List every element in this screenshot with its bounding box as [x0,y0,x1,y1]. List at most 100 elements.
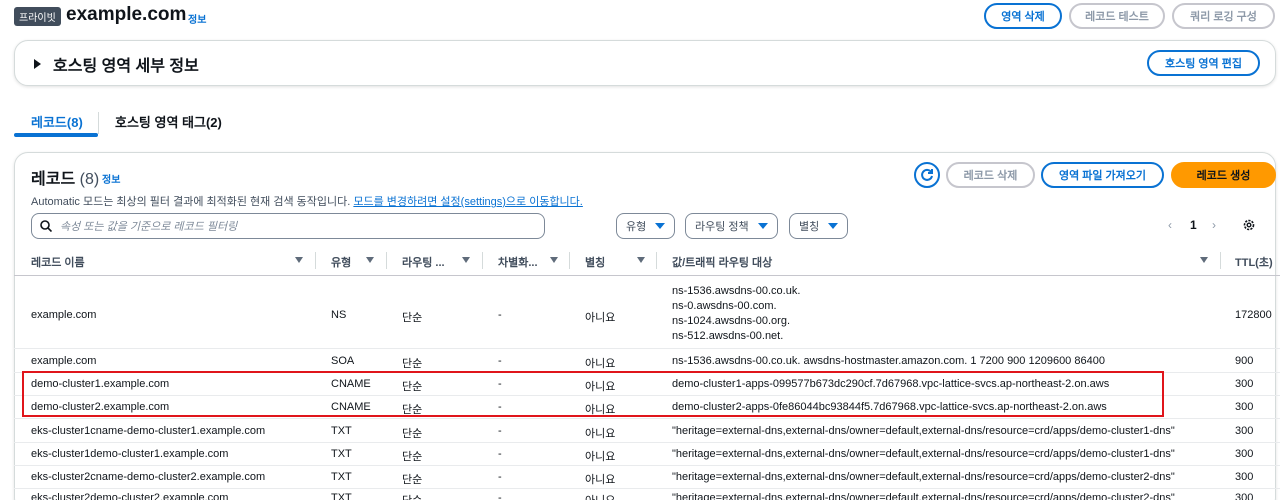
sort-icon[interactable] [637,257,645,263]
zone-details-panel [14,40,1276,86]
tab-divider [98,112,99,134]
query-logging-button[interactable]: 쿼리 로깅 구성 [1172,3,1275,29]
routing-policy-filter[interactable]: 라우팅 정책 [685,213,778,239]
record-routing: 단순 [402,474,423,486]
create-record-button[interactable]: 레코드 생성 [1171,162,1276,188]
record-alias: 아니요 [585,428,616,440]
record-type: SOA [331,355,355,367]
record-differentiator: - [498,425,502,437]
record-value-line: ns-1536.awsdns-00.co.uk. [672,285,801,297]
column-divider[interactable] [1220,252,1221,269]
record-value-line: ns-1024.awsdns-00.org. [672,315,791,327]
refresh-icon [921,168,933,181]
test-record-button[interactable]: 레코드 테스트 [1069,3,1165,29]
record-name[interactable]: eks-cluster2cname-demo-cluster2.example.… [31,471,265,483]
record-name[interactable]: example.com [31,355,96,367]
routing-filter-label: 라우팅 정책 [695,221,749,233]
record-ttl: 300 [1235,471,1254,483]
tab-zone-tags[interactable]: 호스팅 영역 태그(2) [115,112,222,131]
caret-right-icon [34,59,41,69]
record-type: NS [331,309,347,321]
next-page-icon[interactable]: › [1212,218,1216,232]
refresh-button[interactable] [914,162,940,188]
row-divider [14,488,1280,489]
record-differentiator: - [498,309,502,321]
records-heading: 레코드 (8) [31,165,99,189]
prev-page-icon[interactable]: ‹ [1168,218,1172,232]
records-count: (8) [79,171,100,188]
settings-link[interactable]: 모드를 변경하려면 설정(settings)으로 이동합니다. [353,196,583,208]
gear-icon[interactable] [1242,218,1256,232]
record-alias: 아니요 [585,451,616,463]
record-routing: 단순 [402,358,423,370]
type-filter-label: 유형 [626,221,647,233]
record-alias: 아니요 [585,312,616,324]
record-value: "heritage=external-dns,external-dns/owne… [672,425,1175,437]
record-value: ns-1536.awsdns-00.co.uk. ns-0.awsdns-00.… [672,284,800,344]
record-value: "heritage=external-dns,external-dns/owne… [672,471,1175,483]
record-type: TXT [331,448,352,460]
description-text: Automatic 모드는 최상의 필터 결과에 최적화된 현재 검색 동작입니… [31,196,351,208]
record-ttl: 300 [1235,492,1254,500]
column-header-type[interactable]: 유형 [331,254,351,270]
highlight-box [22,371,1164,417]
column-header-differentiator[interactable]: 차별화... [498,254,538,270]
row-divider [14,465,1280,466]
record-differentiator: - [498,471,502,483]
type-filter[interactable]: 유형 [616,213,676,239]
record-value-line: ns-0.awsdns-00.com. [672,300,777,312]
page-title: example.com [66,4,187,25]
alias-filter[interactable]: 별칭 [789,213,849,239]
column-divider[interactable] [569,252,570,269]
column-divider[interactable] [656,252,657,269]
private-zone-badge: 프라이빗 [14,7,61,26]
record-name[interactable]: eks-cluster2demo-cluster2.example.com [31,492,228,500]
records-title: 레코드 [31,171,76,188]
sort-icon[interactable] [295,257,303,263]
record-type: TXT [331,471,352,483]
search-icon [40,220,52,232]
column-header-name[interactable]: 레코드 이름 [31,254,85,270]
records-info-link[interactable]: 정보 [102,171,120,186]
zone-details-title: 호스팅 영역 세부 정보 [53,58,199,75]
import-zone-file-button[interactable]: 영역 파일 가져오기 [1041,162,1164,188]
search-placeholder: 속성 또는 값을 기준으로 레코드 필터링 [60,221,238,233]
record-name[interactable]: eks-cluster1cname-demo-cluster1.example.… [31,425,265,437]
sort-icon[interactable] [550,257,558,263]
record-value: "heritage=external-dns,external-dns/owne… [672,448,1175,460]
sort-icon[interactable] [366,257,374,263]
record-ttl: 300 [1235,425,1254,437]
column-header-value[interactable]: 값/트래픽 라우팅 대상 [672,254,772,270]
record-ttl: 300 [1235,448,1254,460]
record-value-line: ns-512.awsdns-00.net. [672,330,784,342]
row-divider [14,348,1280,349]
record-filter-input[interactable]: 속성 또는 값을 기준으로 레코드 필터링 [31,213,545,239]
record-differentiator: - [498,355,502,367]
column-header-ttl[interactable]: TTL(초) [1235,254,1273,270]
delete-record-button[interactable]: 레코드 삭제 [946,162,1035,188]
column-divider[interactable] [386,252,387,269]
record-value: ns-1536.awsdns-00.co.uk. awsdns-hostmast… [672,355,1105,367]
column-divider[interactable] [315,252,316,269]
tab-records[interactable]: 레코드(8) [31,112,83,131]
record-alias: 아니요 [585,474,616,486]
record-type: TXT [331,425,352,437]
column-header-alias[interactable]: 별칭 [585,254,605,270]
record-name[interactable]: eks-cluster1demo-cluster1.example.com [31,448,228,460]
zone-info-link[interactable]: 정보 [188,11,206,26]
record-name[interactable]: example.com [31,309,96,321]
page-number[interactable]: 1 [1190,218,1197,232]
record-ttl: 900 [1235,355,1254,367]
sort-icon[interactable] [1200,257,1208,263]
delete-zone-button[interactable]: 영역 삭제 [984,3,1062,29]
edit-zone-button[interactable]: 호스팅 영역 편집 [1147,50,1260,76]
record-routing: 단순 [402,492,422,500]
record-ttl: 172800 [1235,309,1272,321]
zone-details-toggle[interactable]: 호스팅 영역 세부 정보 [34,52,199,76]
row-divider [14,442,1280,443]
column-divider[interactable] [482,252,483,269]
record-type: TXT [331,492,352,500]
table-header-divider [14,275,1280,276]
sort-icon[interactable] [462,257,470,263]
column-header-routing[interactable]: 라우팅 ... [402,254,445,270]
